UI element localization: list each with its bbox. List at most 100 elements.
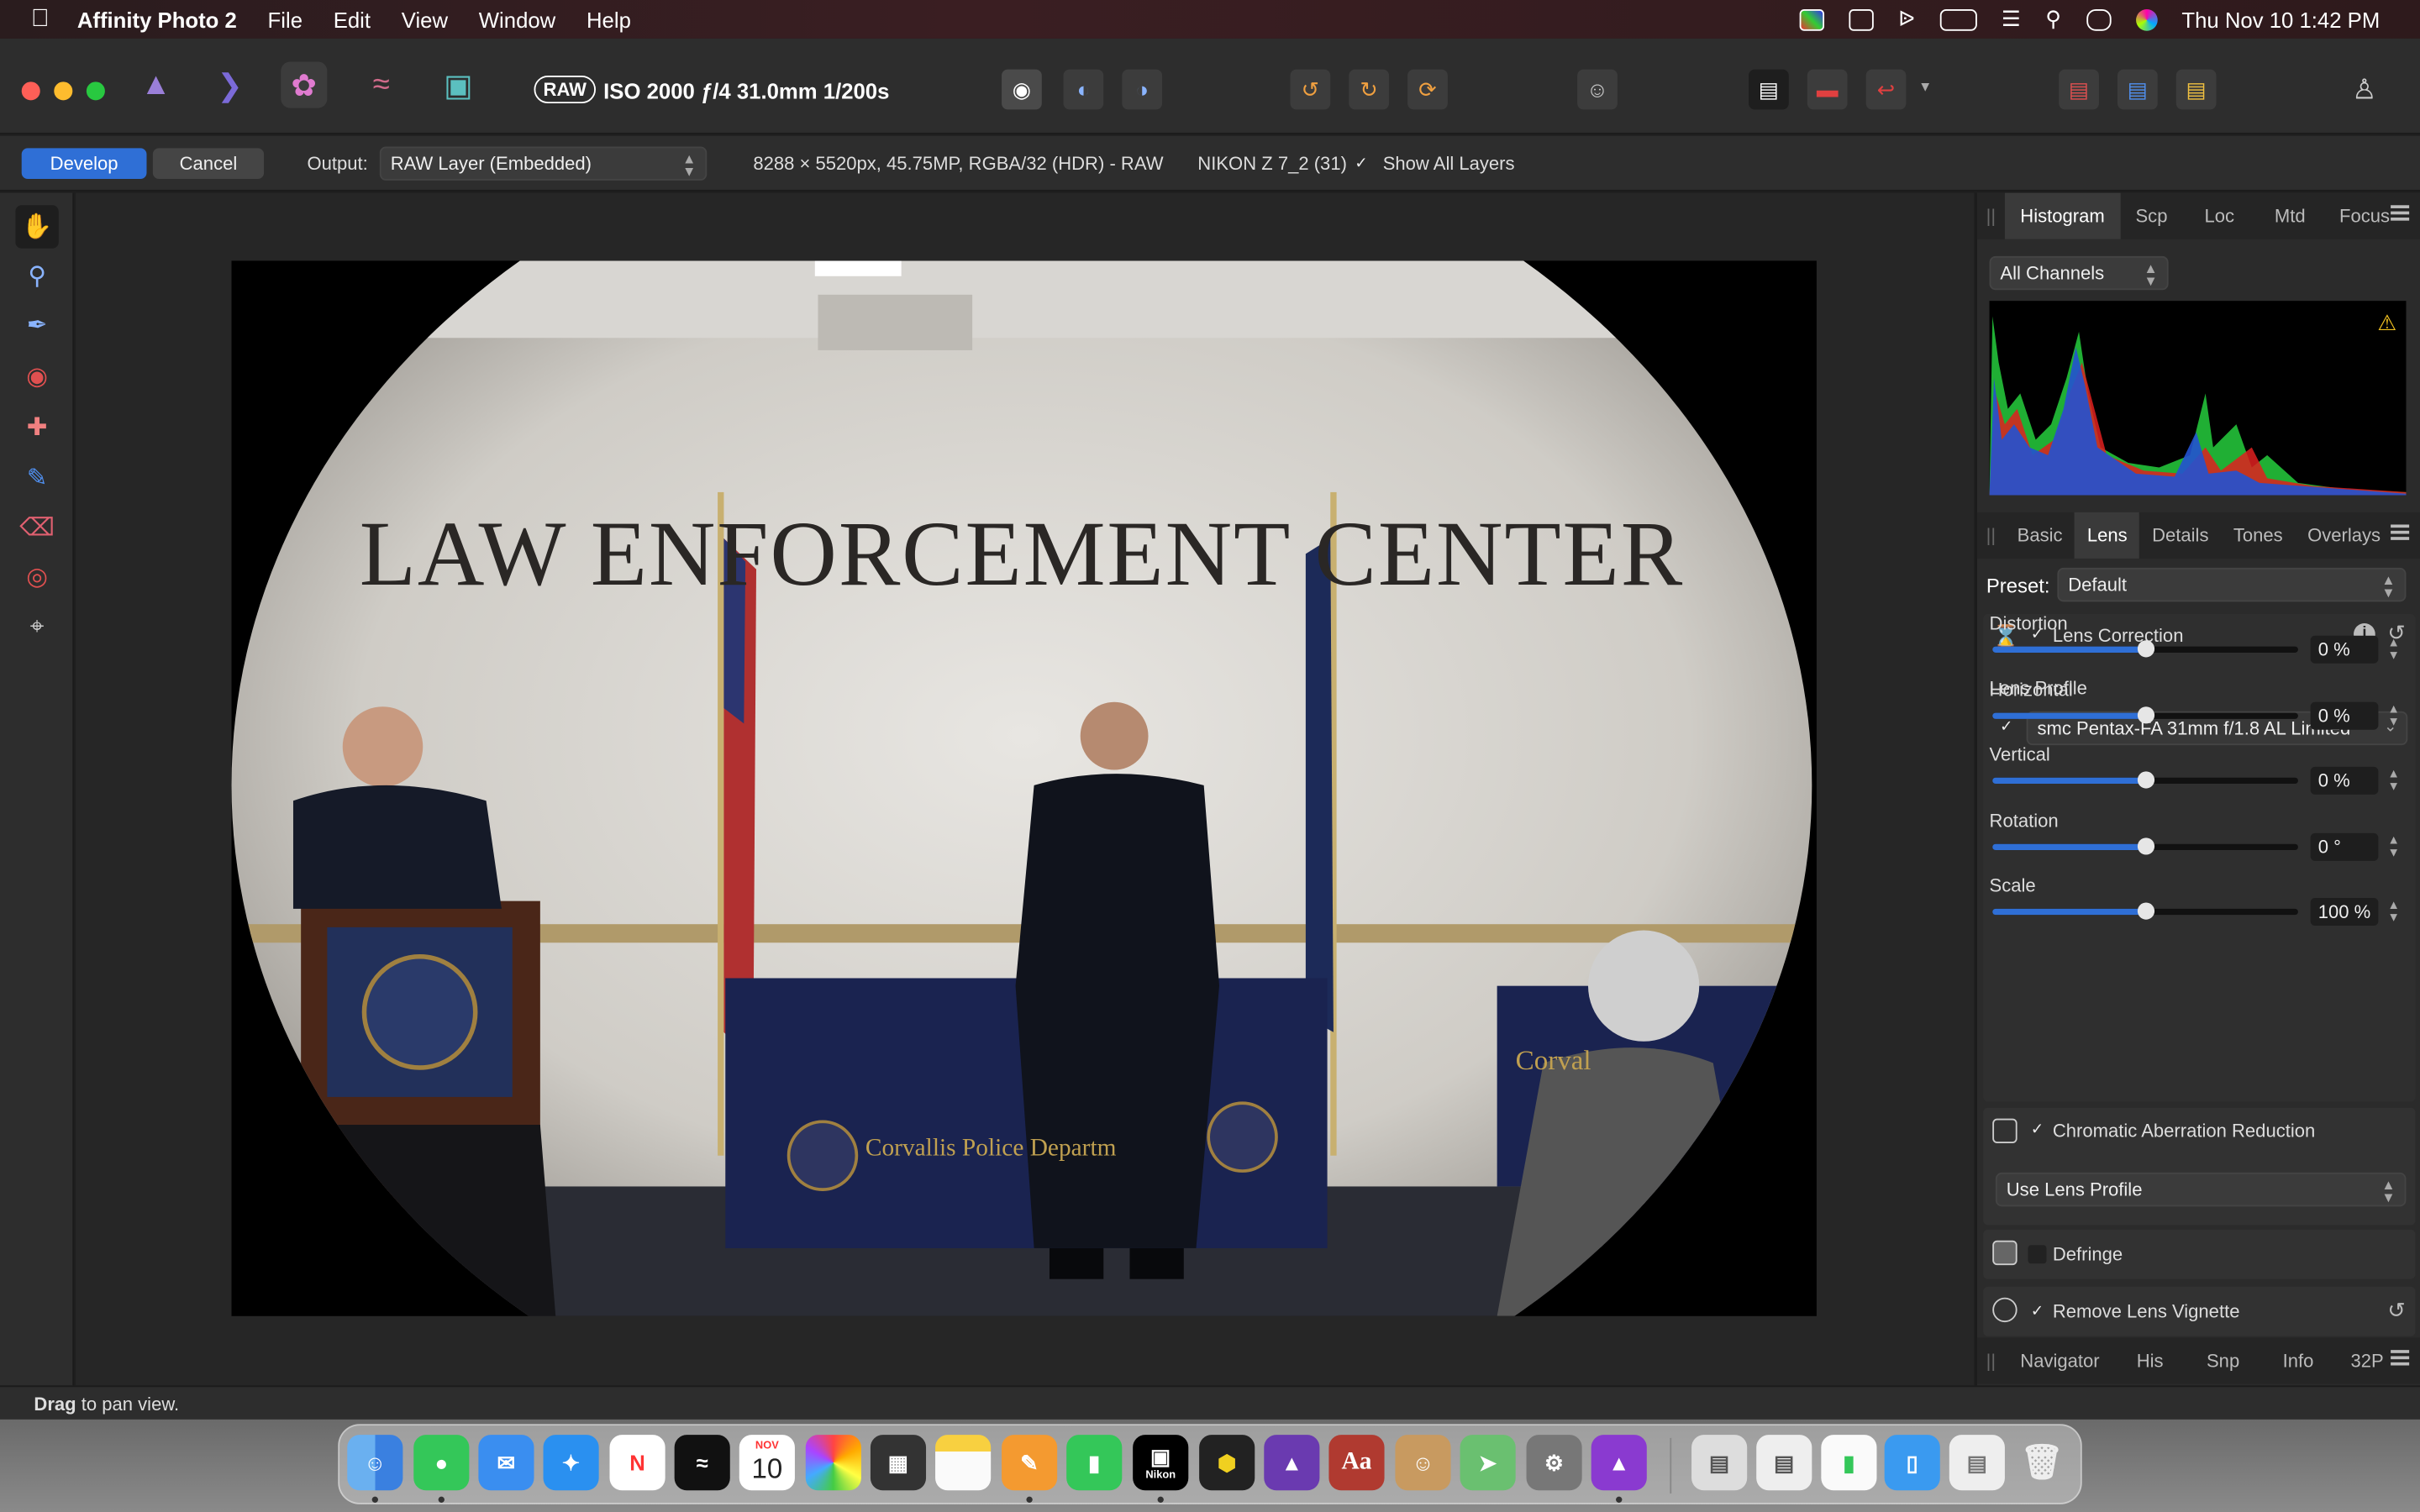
vertical-slider-knob[interactable]	[2137, 771, 2155, 789]
rotation-value-field[interactable]: 0 °	[2310, 832, 2379, 860]
reset-rotation-button[interactable]: ⟳	[1407, 69, 1448, 110]
scale-stepper-icon[interactable]: ▲ ▼	[2387, 899, 2400, 924]
lens-profile-checkbox[interactable]: ✓	[1997, 717, 2016, 736]
clipped-shadows-button[interactable]: ▬	[1807, 69, 1848, 110]
affinity-photo-icon[interactable]: ▲	[1591, 1435, 1647, 1491]
channels-select[interactable]: All Channels ▲ ▼	[1989, 255, 2169, 291]
rotate-left-button[interactable]: ↺	[1290, 69, 1331, 110]
vignette-checkbox[interactable]: ✓	[2028, 1302, 2046, 1320]
trash-icon[interactable]: 🗑	[2014, 1435, 2070, 1490]
bottom-panel-grip-icon[interactable]: ||	[1977, 1350, 2005, 1372]
scale-value-field[interactable]: 100 %	[2310, 897, 2379, 927]
apple-icon[interactable]: 	[31, 5, 50, 33]
cancel-button[interactable]: Cancel	[152, 148, 265, 180]
tab-info[interactable]: Info	[2261, 1337, 2335, 1383]
show-all-layers-checkbox[interactable]: ✓	[1352, 155, 1370, 173]
account-icon[interactable]: ♙	[2344, 70, 2385, 110]
affinity-designer-icon[interactable]: ▲	[1264, 1435, 1320, 1491]
chromatic-checkbox[interactable]: ✓	[2028, 1120, 2046, 1138]
preset-select[interactable]: Default ▲ ▼	[2057, 567, 2407, 602]
view-left-button[interactable]: ▤	[2059, 69, 2099, 110]
liquify-persona-icon[interactable]: ❯	[207, 61, 253, 108]
menu-clock[interactable]: Thu Nov 10 1:42 PM	[2181, 7, 2380, 31]
develop-button[interactable]: Develop	[21, 148, 147, 180]
pages-icon[interactable]: ✎	[1002, 1435, 1058, 1491]
wifi-icon[interactable]: ☰	[2002, 6, 2021, 32]
reset-vignette-icon[interactable]: ↺	[2387, 1298, 2406, 1324]
spotlight-search-icon[interactable]: ⚲	[2045, 6, 2061, 32]
menu-edit[interactable]: Edit	[334, 7, 371, 31]
tab-history[interactable]: His	[2115, 1337, 2185, 1383]
red-eye-tool-icon[interactable]: ◉	[15, 354, 58, 397]
documents-stack-icon[interactable]: ▤	[1756, 1435, 1812, 1491]
tab-basic[interactable]: Basic	[2005, 512, 2075, 559]
assistant-button[interactable]: ☺	[1577, 69, 1618, 110]
hand-tool-icon[interactable]: ✋	[15, 205, 59, 249]
news-icon[interactable]: N	[609, 1435, 666, 1491]
export-persona-icon[interactable]: ▣	[435, 61, 481, 108]
crop-tool-icon[interactable]: ⌖	[15, 606, 58, 649]
keyboard-icon[interactable]	[1849, 8, 1874, 30]
scale-slider-knob[interactable]	[2137, 902, 2155, 920]
distortion-stepper-icon[interactable]: ▲ ▼	[2387, 637, 2400, 662]
nx-studio-icon[interactable]: ⬢	[1199, 1435, 1255, 1491]
develop-panel-menu-icon[interactable]	[2391, 524, 2410, 540]
tab-tones[interactable]: Tones	[2221, 512, 2295, 559]
chromatic-mode-select[interactable]: Use Lens Profile ▲ ▼	[1995, 1172, 2407, 1207]
tab-snapshots[interactable]: Snp	[2185, 1337, 2261, 1383]
horizontal-slider-knob[interactable]	[2137, 706, 2155, 723]
menu-view[interactable]: View	[402, 7, 448, 31]
calculator-icon[interactable]: ▦	[870, 1435, 927, 1491]
menu-window[interactable]: Window	[479, 7, 555, 31]
calendar-icon[interactable]: NOV 10	[739, 1435, 795, 1491]
dictionary-icon[interactable]: Aa	[1328, 1435, 1385, 1491]
view-center-button[interactable]: ▤	[2118, 69, 2158, 110]
distortion-value-field[interactable]: 0 %	[2310, 635, 2379, 664]
zoom-window-button[interactable]	[86, 81, 105, 101]
bottom-panel-menu-icon[interactable]	[2391, 1350, 2410, 1366]
mail-icon[interactable]: ✉	[478, 1435, 534, 1491]
status-app-icon[interactable]	[1799, 8, 1824, 30]
panel-menu-icon[interactable]	[2391, 205, 2410, 221]
distortion-slider-knob[interactable]	[2137, 640, 2155, 658]
files-stack-icon[interactable]: ▤	[1949, 1435, 2005, 1491]
messages-icon[interactable]: ●	[413, 1435, 470, 1491]
clipped-highlights-button[interactable]: ▤	[1749, 69, 1789, 110]
clipped-tones-button[interactable]: ↩	[1865, 69, 1907, 110]
distortion-slider[interactable]	[1992, 640, 2298, 658]
rotation-slider-knob[interactable]	[2137, 837, 2155, 854]
overlay-gradient-tool-icon[interactable]: ◎	[15, 555, 58, 598]
raw-photo[interactable]: LAW ENFORCEMENT CENTER Corvallis Police …	[231, 260, 1817, 1316]
nikon-app-icon[interactable]: ▣ Nikon	[1133, 1435, 1189, 1491]
vertical-slider[interactable]	[1992, 771, 2298, 789]
siri-icon[interactable]	[2135, 8, 2158, 30]
close-window-button[interactable]	[21, 81, 40, 101]
horizontal-stepper-icon[interactable]: ▲ ▼	[2387, 702, 2400, 727]
horizontal-value-field[interactable]: 0 %	[2310, 701, 2379, 729]
vertical-stepper-icon[interactable]: ▲ ▼	[2387, 768, 2400, 793]
tab-metadata[interactable]: Mtd	[2256, 193, 2324, 239]
vertical-value-field[interactable]: 0 %	[2310, 766, 2379, 795]
numbers-icon[interactable]: ▮	[1066, 1435, 1123, 1491]
contacts-icon[interactable]: ☺	[1395, 1435, 1451, 1491]
tab-32bit-preview[interactable]: 32P	[2335, 1337, 2399, 1383]
view-original-button[interactable]: ◉	[1002, 69, 1042, 110]
view-right-button[interactable]: ▤	[2175, 69, 2217, 110]
develop-persona-icon[interactable]: ✿	[281, 61, 328, 108]
clipping-dropdown-icon[interactable]: ▼	[1918, 79, 1932, 94]
scale-slider[interactable]	[1992, 902, 2298, 920]
tab-scope[interactable]: Scp	[2120, 193, 2183, 239]
bluetooth-icon[interactable]: ᐉ	[1898, 6, 1915, 32]
zoom-tool-icon[interactable]: ⚲	[15, 255, 58, 297]
menu-help[interactable]: Help	[587, 7, 631, 31]
rotation-stepper-icon[interactable]: ▲ ▼	[2387, 833, 2400, 858]
panel-grip-icon[interactable]: ||	[1977, 205, 2005, 227]
blemish-tool-icon[interactable]: ✚	[15, 406, 58, 449]
tab-overlays[interactable]: Overlays	[2295, 512, 2392, 559]
mirror-view-button[interactable]: ◑	[1122, 69, 1163, 110]
tab-location[interactable]: Loc	[2183, 193, 2256, 239]
tab-lens[interactable]: Lens	[2075, 512, 2140, 559]
develop-panel-grip-icon[interactable]: ||	[1977, 524, 2005, 546]
white-balance-tool-icon[interactable]: ✒	[15, 304, 58, 347]
clipping-warning-icon[interactable]: ⚠	[2377, 310, 2396, 336]
